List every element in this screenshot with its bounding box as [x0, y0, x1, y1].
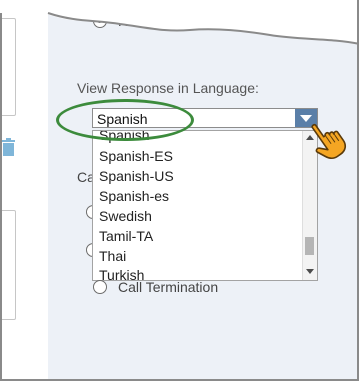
random-radio[interactable] — [93, 14, 107, 28]
language-section-label: View Response in Language: — [77, 80, 259, 96]
call-termination-label: Call Termination — [118, 279, 219, 295]
highlight-ellipse — [56, 99, 194, 141]
random-radio-label: Random — [118, 13, 171, 29]
call-termination-radio[interactable] — [93, 280, 107, 294]
list-item[interactable]: Tamil-TA — [99, 228, 153, 244]
scroll-thumb[interactable] — [305, 237, 314, 255]
hand-pointer-icon — [311, 123, 347, 160]
list-item[interactable]: Swedish — [99, 208, 152, 224]
language-dropdown-list: Spanish Spanish-ES Spanish-US Spanish-es… — [92, 130, 318, 281]
list-item[interactable]: Spanish-US — [99, 168, 174, 184]
trash-icon[interactable] — [2, 137, 18, 157]
list-item[interactable]: Spanish-es — [99, 188, 169, 204]
scroll-down-icon[interactable] — [306, 269, 314, 274]
left-panel-top — [2, 18, 16, 116]
list-item[interactable]: Thai — [99, 248, 126, 264]
left-panel-bottom — [2, 210, 16, 320]
list-item[interactable]: Spanish-ES — [99, 148, 173, 164]
screenshot-frame: Random View Response in Language: Ca Spa… — [0, 0, 359, 381]
left-column — [0, 0, 50, 381]
right-frame-edge — [357, 0, 359, 381]
